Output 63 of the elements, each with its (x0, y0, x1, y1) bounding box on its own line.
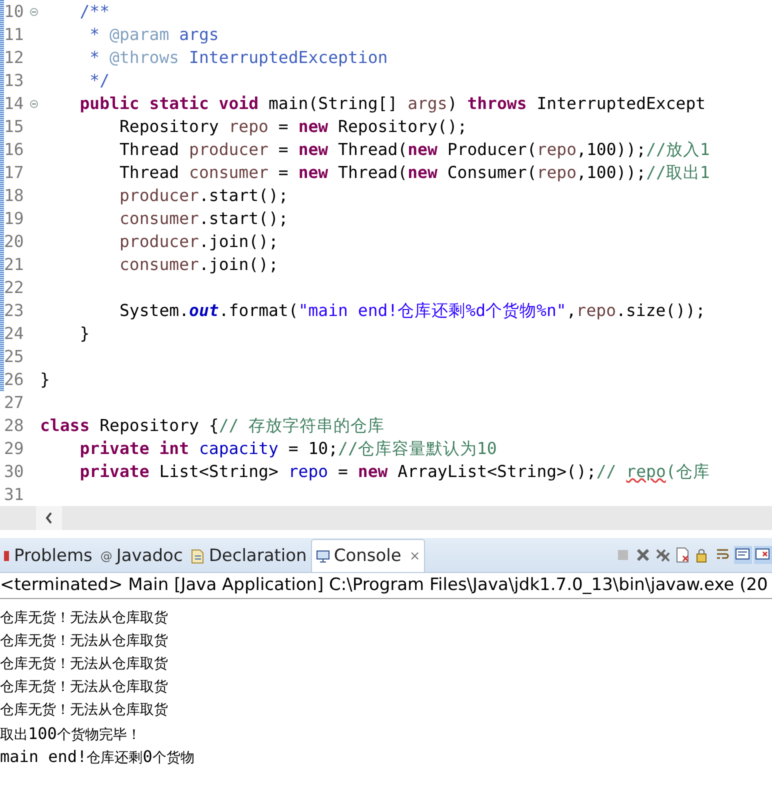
line-number: 19 (3, 209, 25, 228)
problems-icon (4, 549, 10, 563)
line-number: 11 (3, 25, 25, 44)
code-line: System.out.format("main end!仓库还剩%d个货物%n",repo.size()); (119, 300, 706, 322)
code-line: class Repository {// 存放字符串的仓库 (40, 414, 385, 436)
line-number: 15 (3, 117, 25, 136)
chevron-left-icon (45, 512, 53, 524)
code-line: /** (80, 2, 110, 21)
line-number: 30 (3, 462, 25, 481)
fold-icon[interactable] (30, 8, 38, 16)
view-tab[interactable]: Console × (310, 539, 426, 572)
scroll-left-button[interactable] (36, 506, 62, 530)
console-line: main end!仓库还剩0个货物 (0, 746, 196, 768)
fold-icon[interactable] (30, 100, 38, 108)
horizontal-scrollbar[interactable] (0, 506, 772, 530)
line-number: 24 (3, 324, 25, 343)
code-line: } (40, 370, 50, 389)
code-line: consumer.start(); (119, 209, 288, 228)
console-status: <terminated> Main [Java Application] C:\Program Files\Java\jdk1.7.0_13\bin\javaw.exe (20 (0, 573, 772, 599)
monitor-icon (316, 550, 330, 562)
console-line: 仓库无货！无法从仓库取货 (0, 678, 169, 697)
code-line: producer.start(); (119, 186, 288, 205)
line-number: 22 (3, 278, 25, 297)
document-icon (190, 548, 205, 564)
console-line: 取出 100个货物完毕！ (0, 723, 142, 745)
line-number: 17 (3, 163, 25, 182)
code-line: public static void main(String[] args) throws InterruptedExcept (80, 94, 706, 113)
line-number: 13 (3, 71, 25, 90)
line-number: 23 (3, 301, 25, 320)
line-number: 21 (3, 255, 25, 274)
code-line: private List<String> repo = new ArrayList<String>();// repo(仓库 (80, 460, 710, 482)
code-line: Repository repo = new Repository(); (119, 117, 468, 136)
code-line: private int capacity = 10;//仓库容量默认为10 (80, 438, 497, 460)
code-line: } (80, 324, 90, 343)
show-stderr-icon[interactable] (754, 546, 772, 564)
code-line: * @throws InterruptedException (90, 48, 388, 67)
code-line: */ (90, 71, 110, 90)
remove-icon[interactable] (634, 546, 652, 564)
console-line: 仓库无货！无法从仓库取货 (0, 701, 169, 720)
line-number: 20 (3, 232, 25, 251)
code-line: consumer.join(); (119, 255, 278, 274)
line-number: 16 (3, 140, 25, 159)
line-number: 28 (3, 416, 25, 435)
line-number: 18 (3, 186, 25, 205)
line-number: 31 (3, 485, 25, 504)
line-number: 26 (3, 370, 25, 389)
code-line: producer.join(); (119, 232, 278, 251)
line-number: 29 (3, 439, 25, 458)
view-tab[interactable]: @ Javadoc (96, 540, 187, 572)
view-tab[interactable]: Declaration (186, 540, 311, 572)
console-line: 仓库无货！无法从仓库取货 (0, 609, 169, 628)
console-line: 仓库无货！无法从仓库取货 (0, 655, 169, 674)
code-line: * @param args (90, 25, 219, 44)
line-number: 10 (3, 2, 25, 21)
line-number: 14 (3, 94, 25, 113)
show-stdout-icon[interactable] (734, 546, 752, 564)
line-number: 12 (3, 48, 25, 67)
code-line: Thread consumer = new Thread(new Consumer(repo,100));//取出1 (119, 162, 710, 184)
line-number: 25 (3, 347, 25, 366)
code-line: Thread producer = new Thread(new Producer(repo,100));//放入1 (119, 138, 710, 160)
console-line: 仓库无货！无法从仓库取货 (0, 632, 169, 651)
view-tab[interactable]: Problems (0, 540, 96, 572)
line-number: 27 (3, 393, 25, 412)
